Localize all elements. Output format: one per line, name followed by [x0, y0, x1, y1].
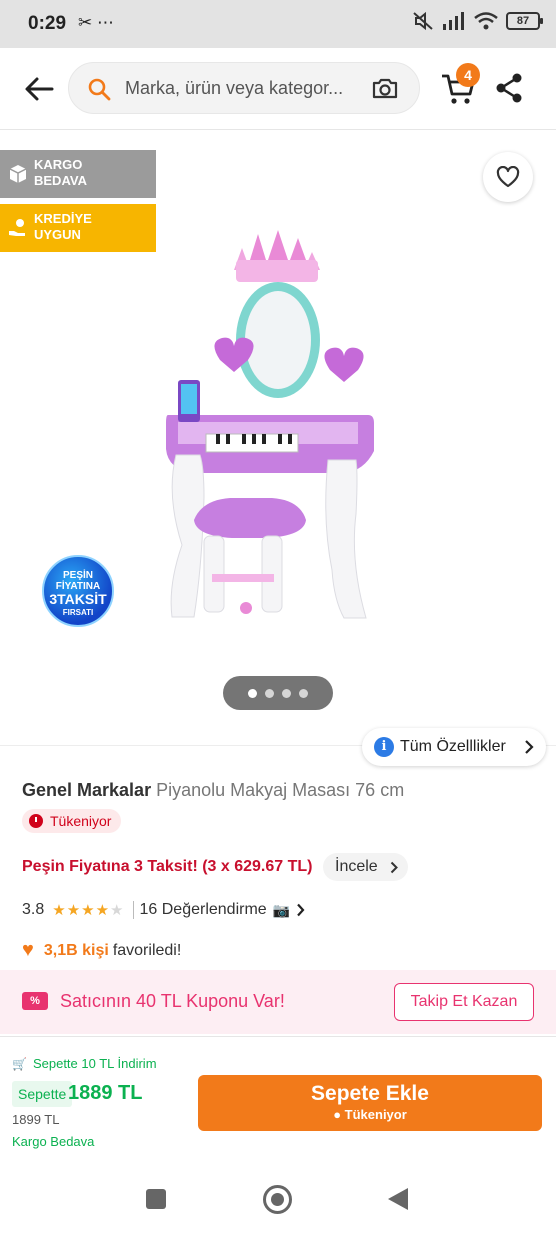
- info-icon: i: [374, 737, 394, 757]
- share-icon[interactable]: [494, 72, 524, 104]
- clock-icon: [29, 814, 43, 828]
- add-to-cart-button[interactable]: Sepete Ekle ● Tükeniyor: [198, 1075, 542, 1131]
- home-button[interactable]: [263, 1185, 292, 1214]
- battery-icon: 87: [506, 12, 543, 30]
- cart-price: 1889 TL: [68, 1082, 143, 1104]
- system-icons: 87: [412, 11, 543, 31]
- product-name: Piyanolu Makyaj Masası 76 cm: [156, 780, 405, 800]
- add-to-cart-stock-note: ● Tükeniyor: [333, 1107, 407, 1122]
- cart-discount-text: Sepette 10 TL İndirim: [32, 1056, 157, 1071]
- product-brand[interactable]: Genel Markalar: [22, 780, 151, 800]
- credit-eligible-tag: KREDİYE UYGUN: [0, 204, 156, 252]
- gallery-page-indicator[interactable]: [223, 676, 333, 710]
- original-price: 1899 TL: [12, 1112, 60, 1127]
- chevron-right-icon: [390, 861, 398, 874]
- status-time: 0:29: [28, 13, 67, 34]
- hand-coin-icon: [9, 219, 25, 236]
- rating-row[interactable]: 3.8 ★★★★★ 16 Değerlendirme 📷: [22, 901, 306, 919]
- search-input[interactable]: Marka, ürün veya kategor...: [125, 78, 357, 99]
- promo-installment-badge: PEŞİN FİYATINA 3TAKSİT FIRSATI: [42, 555, 114, 627]
- all-specs-button[interactable]: i Tüm Özelllikler: [362, 728, 546, 766]
- chevron-right-icon: [297, 903, 305, 917]
- page-dot-2[interactable]: [265, 688, 274, 698]
- cart-discount: 🛒 Sepette 10 TL İndirim: [12, 1056, 157, 1071]
- promo-line-3: 3TAKSİT: [49, 591, 107, 607]
- favorites-text: favoriledi!: [112, 941, 182, 959]
- chevron-right-icon: [525, 740, 534, 754]
- coupon-icon: %: [22, 992, 48, 1010]
- rating-separator: [132, 901, 134, 919]
- system-navigation-bar: [0, 1160, 556, 1235]
- top-app-bar: Marka, ürün veya kategor... 4: [0, 48, 556, 130]
- rating-value: 3.8: [22, 901, 45, 918]
- seller-coupon-banner: % Satıcının 40 TL Kuponu Var! Takip Et K…: [0, 970, 556, 1034]
- recents-button[interactable]: [146, 1189, 166, 1209]
- notification-icons: ✂ ⋯: [78, 13, 114, 32]
- mute-icon: [413, 11, 433, 31]
- low-stock-badge: Tükeniyor: [22, 809, 122, 833]
- promo-line-4: FIRSATI: [62, 608, 94, 617]
- promo-line-1: PEŞİN: [62, 570, 93, 581]
- status-bar: 0:29 ✂ ⋯ 87: [0, 0, 556, 48]
- cart-count-badge: 4: [456, 63, 480, 87]
- search-icon: [88, 78, 111, 101]
- product-image-gallery[interactable]: KARGO BEDAVA KREDİYE UYGUN PEŞİN FİYATIN…: [0, 130, 556, 745]
- credit-eligible-label: KREDİYE UYGUN: [34, 211, 92, 242]
- add-to-cart-label: Sepete Ekle: [311, 1082, 429, 1105]
- signal-icon: [443, 12, 464, 30]
- purchase-bar: 🛒 Sepette 10 TL İndirim Sepette 1889 TL 1…: [0, 1036, 556, 1156]
- favorite-button[interactable]: [483, 152, 533, 202]
- box-icon: [9, 165, 27, 183]
- mini-cart-icon: 🛒: [12, 1057, 27, 1071]
- camera-icon: 📷: [272, 901, 291, 918]
- system-back-button[interactable]: [388, 1188, 408, 1210]
- rating-stars: ★★★★★: [52, 902, 125, 919]
- coupon-text: Satıcının 40 TL Kuponu Var!: [60, 991, 285, 1011]
- page-dot-4[interactable]: [299, 688, 308, 698]
- free-shipping-label: KARGO BEDAVA: [34, 157, 87, 188]
- free-shipping-text: Kargo Bedava: [12, 1134, 95, 1149]
- product-image: [166, 230, 374, 619]
- review-count[interactable]: 16 Değerlendirme: [140, 901, 267, 919]
- heart-outline-icon: [496, 166, 520, 188]
- favorites-row: ♥ 3,1B kişi favoriledi!: [22, 939, 181, 962]
- installment-offer: Peşin Fiyatına 3 Taksit! (3 x 629.67 TL): [22, 858, 313, 875]
- follow-and-earn-button[interactable]: Takip Et Kazan: [394, 983, 534, 1021]
- product-title: Genel Markalar Piyanolu Makyaj Masası 76…: [22, 780, 404, 801]
- favorites-count: 3,1B kişi: [43, 941, 109, 959]
- page-dot-1[interactable]: [248, 688, 257, 698]
- search-bar[interactable]: Marka, ürün veya kategor...: [68, 62, 420, 114]
- camera-search-icon[interactable]: [371, 76, 399, 100]
- wifi-icon: [474, 12, 498, 30]
- all-specs-label: Tüm Özelllikler: [400, 738, 506, 755]
- low-stock-label: Tükeniyor: [50, 813, 112, 829]
- inspect-button[interactable]: İncele: [323, 853, 408, 881]
- inspect-label: İncele: [335, 858, 378, 875]
- cart-price-label: Sepette: [12, 1081, 73, 1107]
- page-dot-3[interactable]: [282, 688, 291, 698]
- free-shipping-tag: KARGO BEDAVA: [0, 150, 156, 198]
- back-arrow-icon[interactable]: [22, 72, 56, 106]
- heart-filled-icon: ♥: [22, 939, 34, 961]
